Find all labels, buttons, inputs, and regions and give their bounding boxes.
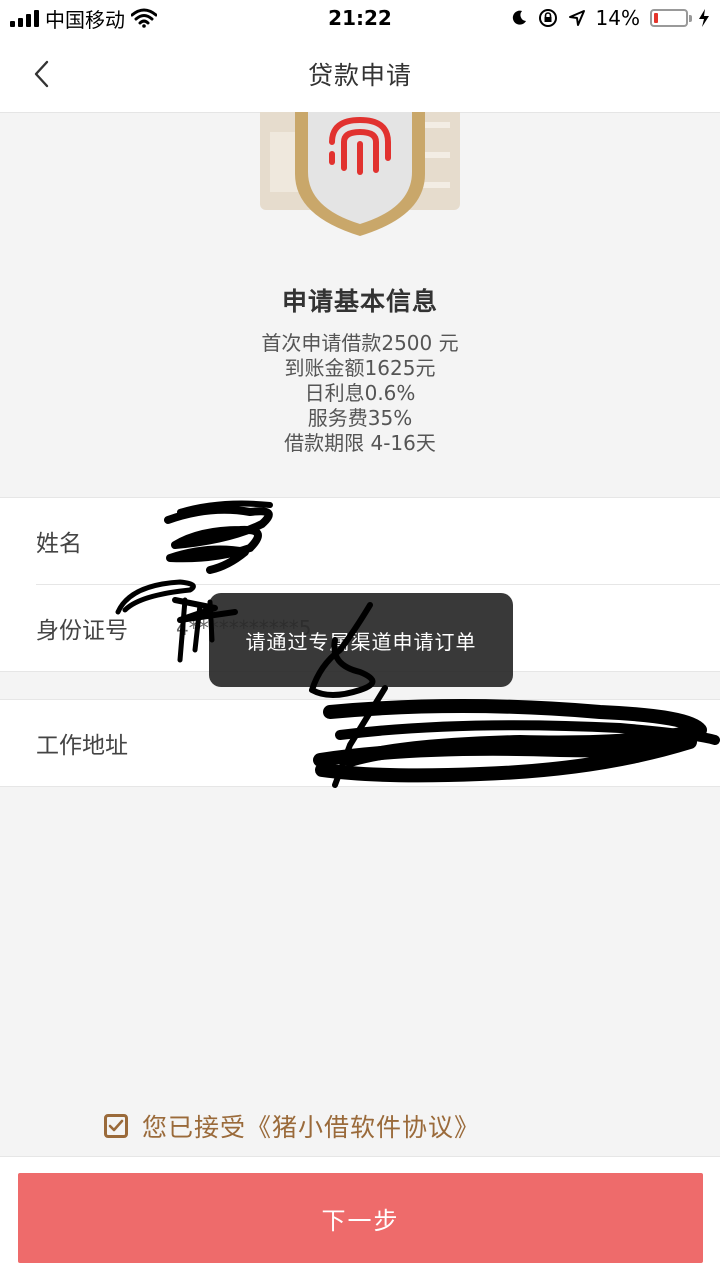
- rotation-lock-icon: [538, 9, 557, 27]
- work-address-label: 工作地址: [36, 733, 128, 759]
- status-bar: 中国移动 21:22 14%: [0, 0, 720, 36]
- work-info-group: 工作地址: [0, 699, 720, 787]
- toast-message: 请通过专属渠道申请订单: [209, 593, 513, 687]
- status-right: 14%: [510, 6, 720, 30]
- moon-icon: [512, 10, 526, 25]
- charging-icon: [699, 9, 709, 27]
- agreement-checkbox[interactable]: [104, 1114, 128, 1138]
- carrier-name: 中国移动: [45, 7, 125, 32]
- agreement-text[interactable]: 您已接受《猪小借软件协议》: [142, 1108, 480, 1144]
- next-step-button[interactable]: 下一步: [18, 1173, 703, 1263]
- info-line-daily-interest: 日利息0.6%: [304, 381, 416, 405]
- battery-icon: [650, 9, 692, 27]
- location-icon: [568, 10, 585, 26]
- name-row: 姓名: [36, 498, 720, 585]
- checkmark-icon: [108, 1119, 124, 1132]
- back-button[interactable]: [22, 54, 62, 94]
- agreement-toggle[interactable]: 您已接受《猪小借软件协议》: [104, 1108, 480, 1144]
- work-address-row[interactable]: 工作地址: [0, 700, 720, 786]
- status-left: 中国移动: [0, 4, 157, 33]
- battery-percent: 14%: [595, 6, 640, 30]
- id-number-label: 身份证号: [36, 618, 128, 644]
- info-lines: 首次申请借款2500 元 到账金额1625元 日利息0.6% 服务费35% 借款…: [0, 331, 720, 456]
- wifi-icon: [131, 8, 157, 28]
- signal-icon: [10, 9, 39, 27]
- info-line-loan-term: 借款期限 4-16天: [284, 431, 436, 455]
- info-line-loan-amount: 首次申请借款2500 元: [261, 331, 459, 355]
- info-title: 申请基本信息: [281, 287, 438, 316]
- battery-level: [654, 13, 658, 23]
- name-label: 姓名: [36, 531, 82, 557]
- nav-bar: 贷款申请: [0, 36, 720, 113]
- fingerprint-shield-icon: [260, 102, 460, 238]
- chevron-left-icon: [34, 60, 49, 88]
- info-line-received-amount: 到账金额1625元: [284, 356, 436, 380]
- page-title: 贷款申请: [307, 61, 412, 90]
- info-line-service-fee: 服务费35%: [307, 406, 413, 430]
